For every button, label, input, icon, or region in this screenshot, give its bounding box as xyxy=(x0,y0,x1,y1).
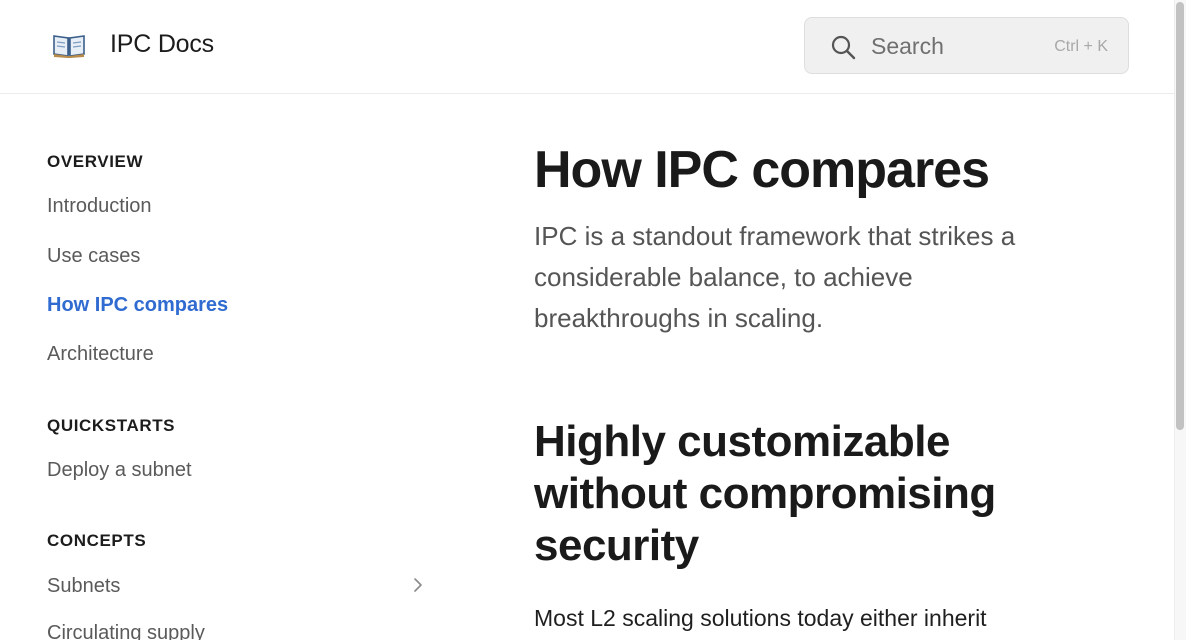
sidebar-item-introduction[interactable]: Introduction xyxy=(47,195,152,218)
sidebar-section-concepts: CONCEPTS xyxy=(47,531,147,550)
sidebar-item-use-cases[interactable]: Use cases xyxy=(47,245,140,268)
sidebar-item-architecture[interactable]: Architecture xyxy=(47,343,154,366)
chevron-right-icon[interactable] xyxy=(411,576,425,594)
sidebar-section-quickstarts: QUICKSTARTS xyxy=(47,416,176,435)
sidebar-item-how-ipc-compares[interactable]: How IPC compares xyxy=(47,294,228,317)
sidebar-item-deploy-a-subnet[interactable]: Deploy a subnet xyxy=(47,459,192,482)
main-content: How IPC compares IPC is a standout frame… xyxy=(534,94,1154,640)
open-book-icon[interactable] xyxy=(52,31,86,59)
sidebar-item-circulating-supply[interactable]: Circulating supply xyxy=(47,622,205,640)
body-paragraph: Most L2 scaling solutions today either i… xyxy=(534,605,987,631)
site-brand[interactable]: IPC Docs xyxy=(110,30,214,59)
search-placeholder: Search xyxy=(871,33,944,59)
search-shortcut-hint: Ctrl + K xyxy=(1054,38,1108,55)
page-title: How IPC compares xyxy=(534,141,990,199)
search-input[interactable]: Search Ctrl + K xyxy=(804,17,1129,74)
scrollbar-thumb[interactable] xyxy=(1176,2,1184,430)
sidebar-item-subnets[interactable]: Subnets xyxy=(47,575,120,598)
lead-paragraph: IPC is a standout framework that strikes… xyxy=(534,221,1016,333)
top-header: IPC Docs Search Ctrl + K xyxy=(0,0,1174,94)
sidebar-nav: OVERVIEW Introduction Use cases How IPC … xyxy=(0,94,470,640)
search-icon xyxy=(830,34,856,60)
sidebar-section-overview: OVERVIEW xyxy=(47,152,144,171)
section-heading: Highly customizable without compromising… xyxy=(534,417,996,570)
